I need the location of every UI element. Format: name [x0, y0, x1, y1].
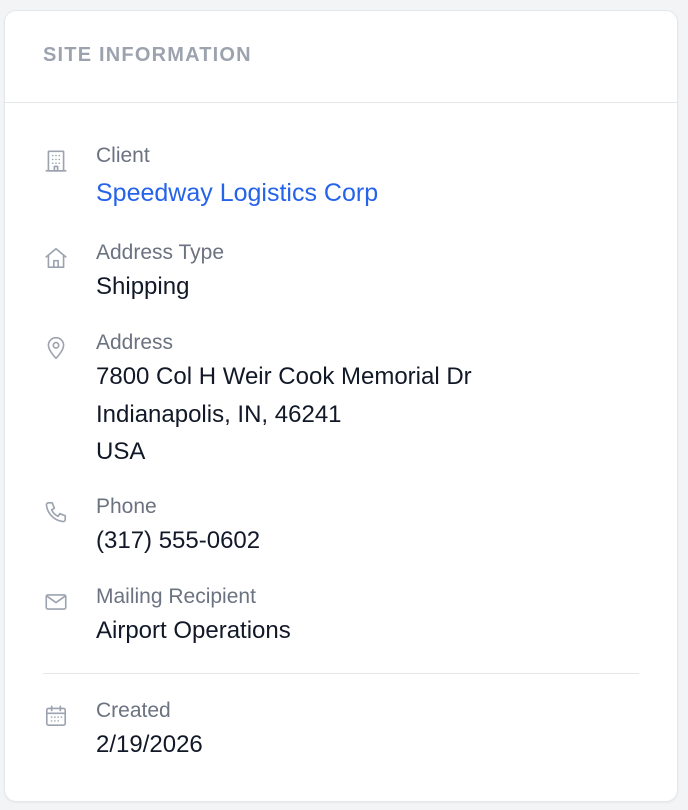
phone-row: Phone (317) 555-0602: [43, 494, 639, 559]
mailing-recipient-row: Mailing Recipient Airport Operations: [43, 584, 639, 649]
client-link[interactable]: Speedway Logistics Corp: [96, 175, 378, 212]
address-lines: 7800 Col H Weir Cook Memorial Dr Indiana…: [96, 358, 472, 471]
address-type-row: Address Type Shipping: [43, 240, 639, 305]
address-content: Address 7800 Col H Weir Cook Memorial Dr…: [96, 330, 472, 471]
building-icon: [43, 148, 69, 174]
address-line-3: USA: [96, 438, 146, 465]
map-pin-icon: [43, 335, 69, 361]
site-information-card: SITE INFORMATION Client Speedway Logisti…: [4, 10, 678, 802]
client-row: Client Speedway Logistics Corp: [43, 143, 639, 212]
home-icon: [43, 245, 69, 271]
mailing-recipient-value: Airport Operations: [96, 617, 291, 644]
created-content: Created 2/19/2026: [96, 698, 203, 763]
client-content: Client Speedway Logistics Corp: [96, 143, 378, 212]
phone-label: Phone: [96, 495, 157, 518]
address-type-label: Address Type: [96, 241, 225, 264]
created-label: Created: [96, 699, 171, 722]
card-header: SITE INFORMATION: [5, 11, 677, 103]
client-label: Client: [96, 144, 150, 167]
mail-icon: [43, 589, 69, 615]
phone-value: (317) 555-0602: [96, 527, 261, 554]
section-divider: [43, 673, 639, 674]
phone-icon: [43, 499, 69, 525]
phone-content: Phone (317) 555-0602: [96, 494, 260, 559]
address-label: Address: [96, 331, 174, 354]
address-line-1: 7800 Col H Weir Cook Memorial Dr: [96, 363, 472, 390]
created-value: 2/19/2026: [96, 731, 203, 758]
address-row: Address 7800 Col H Weir Cook Memorial Dr…: [43, 330, 639, 471]
address-line-2: Indianapolis, IN, 46241: [96, 400, 342, 428]
created-row: Created 2/19/2026: [43, 698, 639, 763]
mailing-recipient-label: Mailing Recipient: [96, 585, 256, 608]
calendar-icon: [43, 703, 69, 729]
address-type-content: Address Type Shipping: [96, 240, 224, 305]
address-type-value: Shipping: [96, 273, 190, 300]
mailing-recipient-content: Mailing Recipient Airport Operations: [96, 584, 291, 649]
card-title: SITE INFORMATION: [43, 44, 252, 66]
